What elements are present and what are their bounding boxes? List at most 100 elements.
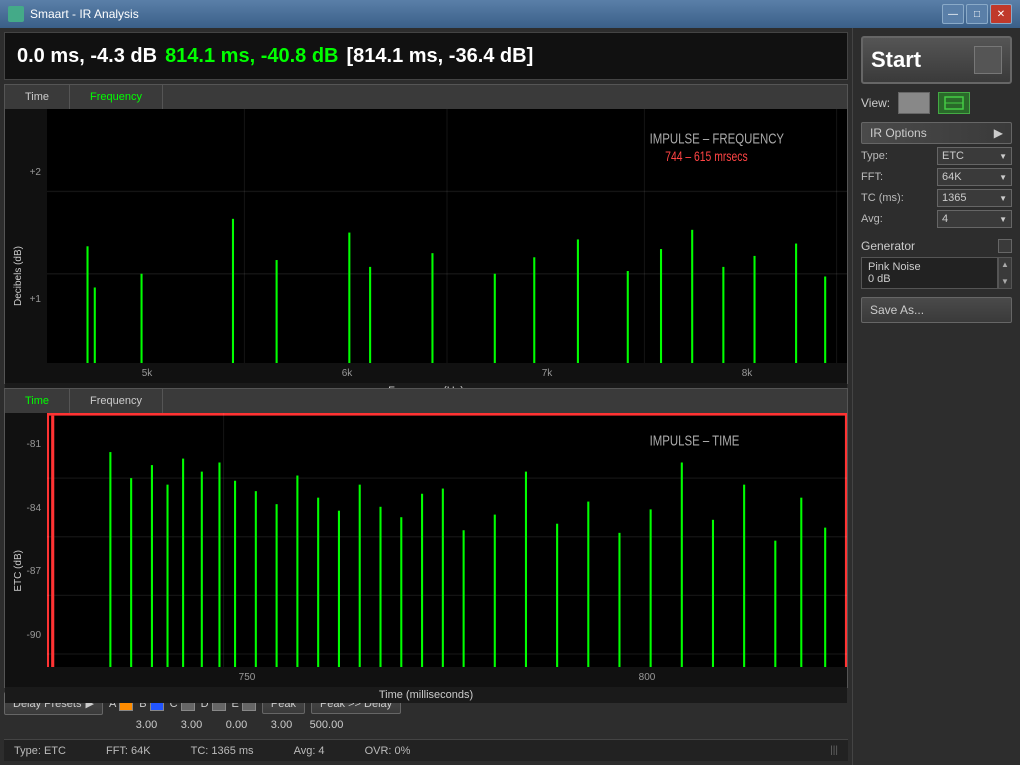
svg-text:IMPULSE – TIME: IMPULSE – TIME (650, 432, 740, 449)
fft-arrow: ▼ (999, 173, 1007, 182)
left-panel: 0.0 ms, -4.3 dB 814.1 ms, -40.8 dB [814.… (0, 28, 852, 765)
generator-value: Pink Noise (868, 261, 991, 273)
time-y-81: -81 (27, 439, 41, 450)
ir-options-section: IR Options ▶ Type: ETC ▼ FFT: 64K ▼ (861, 122, 1012, 231)
start-button[interactable]: Start (861, 36, 1012, 84)
view-green-icon (944, 96, 964, 110)
main-container: 0.0 ms, -4.3 dB 814.1 ms, -40.8 dB [814.… (0, 28, 1020, 765)
fft-select[interactable]: 64K ▼ (937, 168, 1012, 186)
time-y-axis-title: ETC (dB) (13, 550, 24, 592)
ir-options-label: IR Options (870, 126, 927, 140)
avg-value: 4 (942, 213, 948, 225)
generator-section: Generator Pink Noise 0 dB ▲ ▼ (861, 239, 1012, 289)
freq-x-7k: 7k (542, 368, 553, 379)
freq-chart-area: IMPULSE – FREQUENCY 744 – 615 mrsecs (47, 109, 847, 363)
preset-b-value: 3.00 (169, 719, 214, 731)
fft-value: 64K (942, 171, 962, 183)
freq-tab-frequency[interactable]: Frequency (70, 85, 163, 109)
freq-chart-svg: IMPULSE – FREQUENCY 744 – 615 mrsecs (47, 109, 847, 363)
time-chart-area: IMPULSE – TIME (47, 413, 847, 667)
generator-select-wrapper: Pink Noise 0 dB ▲ ▼ (861, 257, 1012, 289)
generator-header: Generator (861, 239, 1012, 253)
view-green-button[interactable] (938, 92, 970, 114)
tc-label: TC (ms): (861, 192, 904, 204)
tc-select[interactable]: 1365 ▼ (937, 189, 1012, 207)
time-y-87: -87 (27, 566, 41, 577)
header-value3: [814.1 ms, -36.4 dB] (347, 45, 534, 68)
header-value2: 814.1 ms, -40.8 dB (165, 45, 338, 68)
type-label: Type: (861, 150, 888, 162)
minimize-button[interactable]: — (942, 4, 964, 24)
option-avg-row: Avg: 4 ▼ (861, 210, 1012, 228)
view-row: View: (861, 92, 1012, 114)
type-select[interactable]: ETC ▼ (937, 147, 1012, 165)
avg-label: Avg: (861, 213, 883, 225)
svg-text:744 – 615 mrsecs: 744 – 615 mrsecs (665, 149, 747, 165)
view-white-button[interactable] (898, 92, 930, 114)
preset-d-value: 3.00 (259, 719, 304, 731)
view-label: View: (861, 96, 890, 110)
avg-select[interactable]: 4 ▼ (937, 210, 1012, 228)
time-chart-tabs: Time Frequency (5, 389, 847, 413)
freq-x-8k: 8k (742, 368, 753, 379)
header-display: 0.0 ms, -4.3 dB 814.1 ms, -40.8 dB [814.… (4, 32, 848, 80)
tc-value: 1365 (942, 192, 966, 204)
type-arrow: ▼ (999, 152, 1007, 161)
preset-c-value: 0.00 (214, 719, 259, 731)
preset-values-row: 3.00 3.00 0.00 3.00 500.00 (4, 719, 848, 731)
option-fft-row: FFT: 64K ▼ (861, 168, 1012, 186)
type-value: ETC (942, 150, 964, 162)
option-tc-row: TC (ms): 1365 ▼ (861, 189, 1012, 207)
freq-tab-time[interactable]: Time (5, 85, 70, 109)
window-controls: — □ ✕ (942, 4, 1012, 24)
status-tc: TC: 1365 ms (191, 745, 254, 757)
status-ovr: OVR: 0% (365, 745, 411, 757)
fft-label: FFT: (861, 171, 883, 183)
start-square-icon (974, 46, 1002, 74)
time-x-axis-title: Time (milliseconds) (5, 687, 847, 703)
time-chart-container: Time Frequency -81 -84 -87 -90 ETC (dB) (4, 388, 848, 688)
header-value1: 0.0 ms, -4.3 dB (17, 45, 157, 68)
ir-options-header[interactable]: IR Options ▶ (861, 122, 1012, 144)
title-bar: Smaart - IR Analysis — □ ✕ (0, 0, 1020, 28)
scroll-up-icon: ▲ (1001, 260, 1009, 269)
time-tab-frequency[interactable]: Frequency (70, 389, 163, 413)
right-panel: Start View: IR Options ▶ Type: (852, 28, 1020, 765)
freq-x-labels: 5k 6k 7k 8k (47, 363, 847, 383)
avg-arrow: ▼ (999, 215, 1007, 224)
svg-text:IMPULSE – FREQUENCY: IMPULSE – FREQUENCY (650, 130, 785, 147)
option-type-row: Type: ETC ▼ (861, 147, 1012, 165)
generator-checkbox[interactable] (998, 239, 1012, 253)
time-x-750: 750 (239, 672, 256, 683)
preset-a-value: 3.00 (124, 719, 169, 731)
preset-e-value: 500.00 (304, 719, 349, 731)
ir-options-arrow: ▶ (994, 126, 1003, 140)
tc-arrow: ▼ (999, 194, 1007, 203)
freq-y-label-1: +1 (30, 294, 41, 305)
freq-x-5k: 5k (142, 368, 153, 379)
freq-y-axis-title: Decibels (dB) (13, 246, 24, 306)
frequency-chart-container: Time Frequency +2 +1 Decibels (dB) (4, 84, 848, 384)
freq-chart-tabs: Time Frequency (5, 85, 847, 109)
status-bar: Type: ETC FFT: 64K TC: 1365 ms Avg: 4 OV… (4, 739, 848, 761)
scroll-down-icon: ▼ (1001, 277, 1009, 286)
generator-scrollbar[interactable]: ▲ ▼ (998, 257, 1012, 289)
app-icon (8, 6, 24, 22)
window-title: Smaart - IR Analysis (30, 7, 936, 21)
generator-select[interactable]: Pink Noise 0 dB (861, 257, 998, 289)
time-tab-time[interactable]: Time (5, 389, 70, 413)
generator-label: Generator (861, 239, 915, 253)
close-button[interactable]: ✕ (990, 4, 1012, 24)
generator-db: 0 dB (868, 273, 991, 285)
time-x-labels: 750 800 (47, 667, 847, 687)
time-y-90: -90 (27, 630, 41, 641)
status-avg: Avg: 4 (294, 745, 325, 757)
status-type: Type: ETC (14, 745, 66, 757)
save-as-button[interactable]: Save As... (861, 297, 1012, 323)
time-y-84: -84 (27, 503, 41, 514)
freq-x-6k: 6k (342, 368, 353, 379)
maximize-button[interactable]: □ (966, 4, 988, 24)
start-label: Start (871, 47, 921, 73)
time-x-800: 800 (639, 672, 656, 683)
freq-y-label-2: +2 (30, 167, 41, 178)
